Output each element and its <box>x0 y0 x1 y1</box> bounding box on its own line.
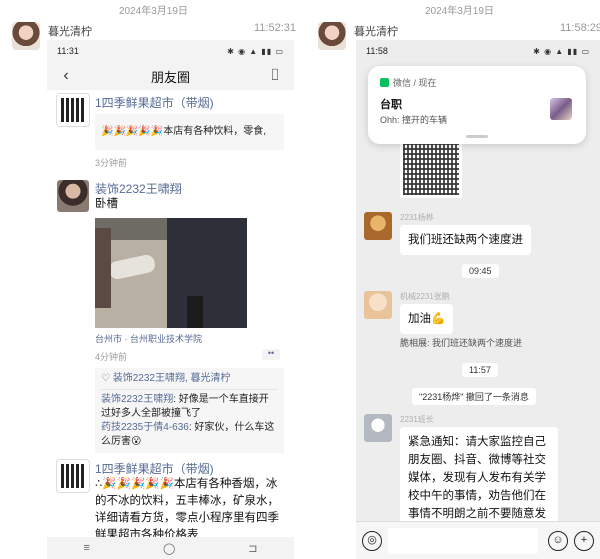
qr-code-image[interactable] <box>400 140 462 198</box>
notification-title: 台职 <box>380 99 402 111</box>
post-avatar[interactable] <box>56 459 90 493</box>
home-icon[interactable]: ◯ <box>163 542 175 555</box>
status-bar: 11:31 ✱ ◉ ▲ ▮▮ ▭ <box>47 40 294 62</box>
post-author[interactable]: 1四季鲜果超市（带烟) <box>95 94 214 111</box>
chat-time-chip: 09:45 <box>462 264 499 278</box>
notification-handle[interactable] <box>466 135 488 138</box>
system-nav-bar: ≡ ◯ ⊐ <box>47 537 294 559</box>
left-message-time: 11:52:31 <box>254 22 297 34</box>
post-text: ∴🎉🎉🎉🎉🎉本店有各种香烟，冰的不冰的饮料，五丰棒冰，矿泉水，详细请看方货，零点… <box>95 478 279 537</box>
recall-notice: "2231杨烨" 撤回了一条消息 <box>412 388 536 405</box>
right-sender-avatar <box>318 22 346 50</box>
likes-comments-box: ♡ 装饰2232王啸翔, 暮光清柠 装饰2232王啸翔: 好像是一个车直接开过好… <box>95 368 284 453</box>
post-text: 卧槽 <box>95 198 118 210</box>
chat-bubble[interactable]: 加油💪 <box>400 304 454 334</box>
notification-app: 微信 / 现在 <box>380 76 437 89</box>
notification-body: Ohh: 撞开的车辆 <box>380 115 448 125</box>
shared-link-card[interactable]: 🎉🎉🎉🎉🎉本店有各种饮料，零食, <box>95 114 284 150</box>
moments-feed[interactable]: 1四季鲜果超市（带烟) 🎉🎉🎉🎉🎉本店有各种饮料，零食, 3分钟前 装饰2232… <box>47 90 294 537</box>
page-title: 朋友圈 <box>150 69 190 85</box>
status-bar: 11:58 ✱ ◉ ▲ ▮▮ ▭ <box>356 40 600 62</box>
chat-avatar[interactable] <box>364 414 392 442</box>
chat-input-bar: ◎ ☺ + <box>356 521 600 559</box>
right-date: 2024年3月19日 <box>425 6 494 17</box>
chat-avatar[interactable] <box>364 291 392 319</box>
post-author[interactable]: 装饰2232王啸翔 <box>95 180 182 197</box>
notification-app-label: 微信 / 现在 <box>393 78 437 88</box>
left-sender-avatar <box>12 22 40 50</box>
post-time: 4分钟前 <box>95 352 128 362</box>
emoji-icon[interactable]: ☺ <box>548 531 568 551</box>
message-input[interactable] <box>388 528 538 554</box>
chat-avatar[interactable] <box>364 212 392 240</box>
moments-screenshot[interactable]: 11:31 ✱ ◉ ▲ ▮▮ ▭ ‹ 朋友圈 ⌷ 1四季鲜果超市（带烟) 🎉🎉🎉… <box>47 40 294 559</box>
right-sender-name: 暮光清柠 <box>354 26 398 38</box>
status-icons: ✱ ◉ ▲ ▮▮ ▭ <box>227 46 284 56</box>
status-icons: ✱ ◉ ▲ ▮▮ ▭ <box>533 46 590 56</box>
notification-thumbnail <box>550 98 572 120</box>
plus-icon[interactable]: + <box>574 531 594 551</box>
post-avatar[interactable] <box>56 93 90 127</box>
comment-author[interactable]: 装饰2232王啸翔 <box>101 394 173 405</box>
back-icon[interactable]: ‹ <box>57 67 75 85</box>
post-location[interactable]: 台州市 · 台州职业技术学院 <box>95 332 202 345</box>
shared-link-text: 🎉🎉🎉🎉🎉本店有各种饮料，零食, <box>101 126 267 137</box>
camera-icon[interactable]: ⌷ <box>266 67 284 85</box>
chat-sender: 机械2231张鹏 <box>400 292 450 301</box>
group-chat-screenshot[interactable]: 11:58 ✱ ◉ ▲ ▮▮ ▭ 微信 / 现在 台职 Ohh: 撞开的车辆 2… <box>356 40 600 559</box>
chat-sender: 2231班长 <box>400 415 434 424</box>
quoted-reply[interactable]: 脆相展: 我们班还缺两个速度进 <box>400 336 522 349</box>
post-avatar[interactable] <box>57 180 89 212</box>
status-time: 11:58 <box>366 46 388 56</box>
chat-sender: 2231杨桦 <box>400 213 434 222</box>
status-time: 11:31 <box>57 46 79 56</box>
voice-icon[interactable]: ◎ <box>362 531 382 551</box>
back-nav-icon[interactable]: ⊐ <box>248 542 257 555</box>
comment[interactable]: 药技2235于倩4-636: 好家伙，什么车这么厉害😮 <box>101 421 278 449</box>
likes-row[interactable]: ♡ 装饰2232王啸翔, 暮光清柠 <box>101 372 278 390</box>
post-time: 3分钟前 <box>95 158 128 168</box>
chat-time-chip: 11:57 <box>462 363 498 377</box>
wechat-icon <box>380 78 389 87</box>
moments-nav-bar: ‹ 朋友圈 ⌷ <box>47 62 294 90</box>
comment-author[interactable]: 药技2235于倩4-636 <box>101 422 189 433</box>
chat-bubble[interactable]: 我们班还缺两个速度进 <box>400 225 531 255</box>
comment[interactable]: 装饰2232王啸翔: 好像是一个车直接开过好多人全部被撞飞了 <box>101 393 278 421</box>
right-message-time: 11:58:29 <box>560 22 600 34</box>
left-date: 2024年3月19日 <box>119 6 188 17</box>
post-photo[interactable] <box>95 218 247 328</box>
menu-icon[interactable]: ≡ <box>84 542 90 554</box>
left-sender-name: 暮光清柠 <box>48 26 92 38</box>
notification-banner[interactable]: 微信 / 现在 台职 Ohh: 撞开的车辆 <box>368 66 586 144</box>
more-actions-button[interactable]: •• <box>262 349 280 360</box>
post-author[interactable]: 1四季鲜果超市（带烟) <box>95 460 214 477</box>
